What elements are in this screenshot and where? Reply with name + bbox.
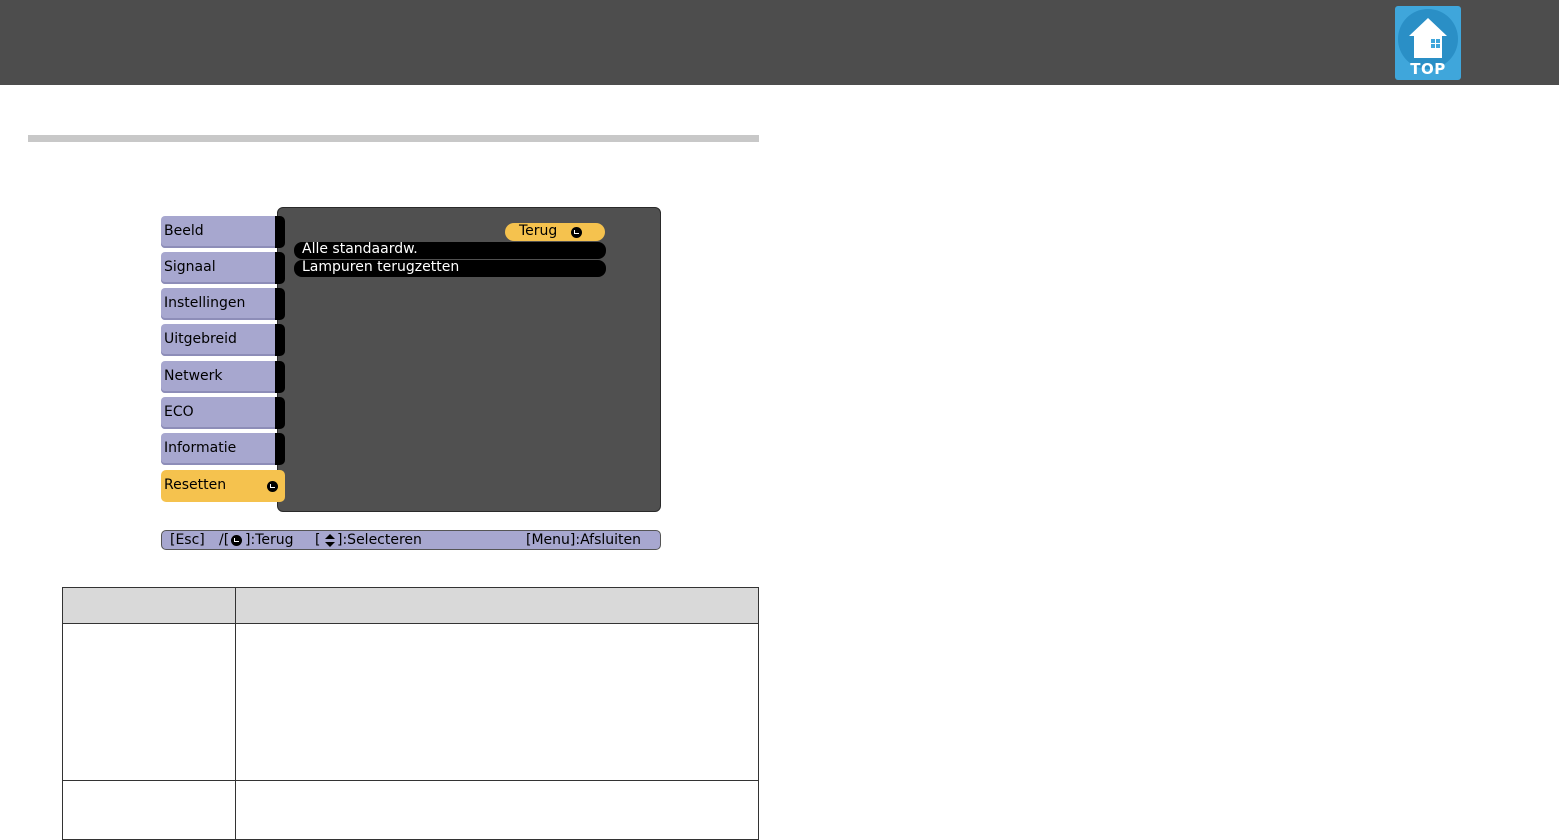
table-header-row <box>62 587 759 624</box>
tab-divider <box>275 288 285 320</box>
tab-divider <box>275 252 285 284</box>
header-bar <box>0 0 1559 85</box>
help-esc: [Esc] <box>170 532 205 548</box>
table-cell <box>62 623 236 781</box>
menu-item-alle-standaardw[interactable]: Alle standaardw. <box>294 241 606 259</box>
enter-icon <box>231 535 242 546</box>
tab-label: Beeld <box>164 223 204 239</box>
help-bar: [Esc] /[ ]:Terug [ ]:Selecteren [Menu]:A… <box>161 530 661 550</box>
menu-tab-eco[interactable]: ECO <box>161 397 277 429</box>
top-button-label: TOP <box>1410 60 1446 78</box>
help-exit: [Menu]:Afsluiten <box>526 532 642 548</box>
help-back: ]:Terug <box>245 532 294 548</box>
top-button[interactable]: TOP <box>1395 6 1461 80</box>
help-select: ]:Selecteren <box>337 532 422 548</box>
menu-tab-informatie[interactable]: Informatie <box>161 433 277 465</box>
tab-label: Signaal <box>164 259 216 275</box>
enter-icon <box>571 227 582 238</box>
tab-divider <box>275 433 285 465</box>
table-row <box>62 780 759 840</box>
tab-label: Resetten <box>164 477 227 493</box>
menu-tab-signaal[interactable]: Signaal <box>161 252 277 284</box>
table-cell <box>235 780 759 840</box>
menu-tab-resetten[interactable]: Resetten <box>161 470 285 502</box>
options-table <box>62 587 759 840</box>
back-button[interactable]: Terug <box>505 223 605 241</box>
menu-tab-netwerk[interactable]: Netwerk <box>161 361 277 393</box>
section-title-rule <box>28 135 759 142</box>
tab-label: ECO <box>164 404 194 420</box>
tab-divider <box>275 397 285 429</box>
table-row <box>62 623 759 781</box>
tab-label: Instellingen <box>164 295 246 311</box>
help-select-open: [ <box>315 532 321 548</box>
table-cell <box>235 623 759 781</box>
menu-item-lampuren-terugzetten[interactable]: Lampuren terugzetten <box>294 259 606 277</box>
tab-label: Netwerk <box>164 368 223 384</box>
tab-divider <box>275 361 285 393</box>
table-header-cell <box>235 587 759 624</box>
menu-tab-beeld[interactable]: Beeld <box>161 216 277 248</box>
menu-item-label: Lampuren terugzetten <box>302 259 460 275</box>
enter-icon <box>267 481 278 492</box>
menu-tab-instellingen[interactable]: Instellingen <box>161 288 277 320</box>
help-slash: /[ <box>219 532 230 548</box>
tab-divider <box>275 216 285 248</box>
tab-divider <box>275 324 285 356</box>
table-header-cell <box>62 587 236 624</box>
tab-label: Informatie <box>164 440 237 456</box>
menu-item-label: Alle standaardw. <box>302 241 418 257</box>
back-button-label: Terug <box>519 223 558 239</box>
tab-label: Uitgebreid <box>164 331 237 347</box>
up-down-arrow-icon <box>325 534 335 547</box>
table-cell <box>62 780 236 840</box>
menu-tab-uitgebreid[interactable]: Uitgebreid <box>161 324 277 356</box>
